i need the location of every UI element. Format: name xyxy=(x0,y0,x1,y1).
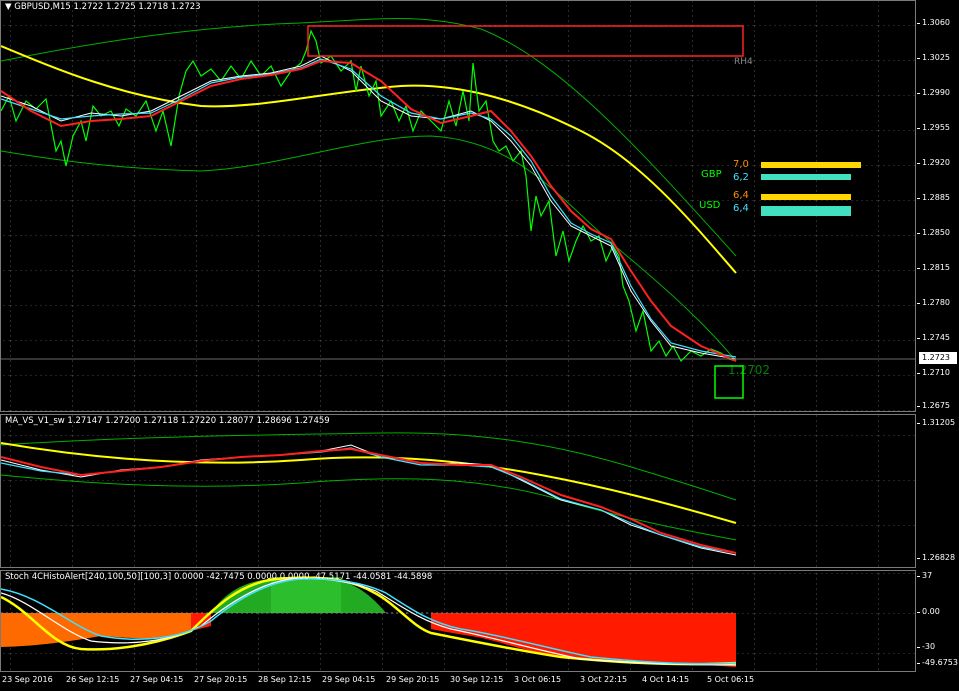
price-tick: 1.2710 xyxy=(917,368,950,377)
time-label: 3 Oct 22:15 xyxy=(580,675,628,684)
time-label: 3 Oct 06:15 xyxy=(514,675,562,684)
price-tick: 1.2850 xyxy=(917,228,950,237)
usd-value1: 6,4 xyxy=(733,190,749,201)
gbp-value1: 7,0 xyxy=(733,159,749,170)
time-label: 27 Sep 20:15 xyxy=(194,675,248,684)
main-chart-title: ▼ GBPUSD,M15 1.2722 1.2725 1.2718 1.2723 xyxy=(5,2,201,12)
indicator2-axis[interactable]: 37 0.00 -30 -49.6753 xyxy=(916,570,959,672)
indicator2-tick: 37 xyxy=(916,571,933,580)
gbp-value2: 6,2 xyxy=(733,172,749,183)
price-tick: 1.2675 xyxy=(917,401,950,410)
time-label: 30 Sep 12:15 xyxy=(450,675,504,684)
price-tick: 1.2780 xyxy=(917,298,950,307)
indicator2-tick: -30 xyxy=(916,642,936,651)
main-price-axis[interactable]: 1.3060 1.3025 1.2990 1.2955 1.2920 1.288… xyxy=(917,0,959,412)
indicator1-title: MA_VS_V1_sw 1.27147 1.27200 1.27118 1.27… xyxy=(5,416,330,426)
indicator2-tick: -49.6753 xyxy=(917,658,958,667)
price-tick: 1.2990 xyxy=(917,88,950,97)
price-tick: 1.3060 xyxy=(917,18,950,27)
usd-value2: 6,4 xyxy=(733,203,749,214)
gbp-label: GBP xyxy=(701,169,722,180)
time-label: 29 Sep 20:15 xyxy=(386,675,440,684)
time-label: 28 Sep 12:15 xyxy=(258,675,312,684)
time-label: 23 Sep 2016 xyxy=(2,675,53,684)
price-tick: 1.2955 xyxy=(917,123,950,132)
time-label: 29 Sep 04:15 xyxy=(322,675,376,684)
indicator2-tick: 0.00 xyxy=(917,607,940,616)
time-axis[interactable]: 23 Sep 2016 26 Sep 12:15 27 Sep 04:15 27… xyxy=(0,672,916,691)
time-label: 26 Sep 12:15 xyxy=(66,675,120,684)
current-price-tag: 1.2723 xyxy=(919,352,957,364)
indicator2-canvas xyxy=(1,571,915,671)
indicator1-tick: 1.31205 xyxy=(916,418,956,427)
indicator1-axis[interactable]: 1.31205 1.26828 xyxy=(916,414,959,568)
main-chart-pane[interactable]: ▼ GBPUSD,M15 1.2722 1.2725 1.2718 1.2723 xyxy=(0,0,916,412)
time-label: 27 Sep 04:15 xyxy=(130,675,184,684)
price-tick: 1.3025 xyxy=(917,53,950,62)
usd-label: USD xyxy=(699,200,721,211)
rectangle-label: RH4 xyxy=(734,57,753,67)
indicator1-canvas xyxy=(1,415,915,567)
time-label: 4 Oct 14:15 xyxy=(642,675,690,684)
indicator1-tick: 1.26828 xyxy=(916,553,956,562)
price-tick: 1.2815 xyxy=(917,263,950,272)
indicator2-pane[interactable]: Stoch 4CHistoAlert[240,100,50][100,3] 0.… xyxy=(0,570,916,672)
price-tick: 1.2920 xyxy=(917,158,950,167)
price-tick: 1.2885 xyxy=(917,193,950,202)
indicator2-title: Stoch 4CHistoAlert[240,100,50][100,3] 0.… xyxy=(5,572,433,582)
time-label: 5 Oct 06:15 xyxy=(707,675,755,684)
box-price-label: 1.2702 xyxy=(728,363,770,377)
indicator1-pane[interactable]: MA_VS_V1_sw 1.27147 1.27200 1.27118 1.27… xyxy=(0,414,916,568)
main-chart-canvas xyxy=(1,1,915,411)
price-tick: 1.2745 xyxy=(917,333,950,342)
collapse-triangle-icon[interactable]: ▼ xyxy=(5,2,12,12)
